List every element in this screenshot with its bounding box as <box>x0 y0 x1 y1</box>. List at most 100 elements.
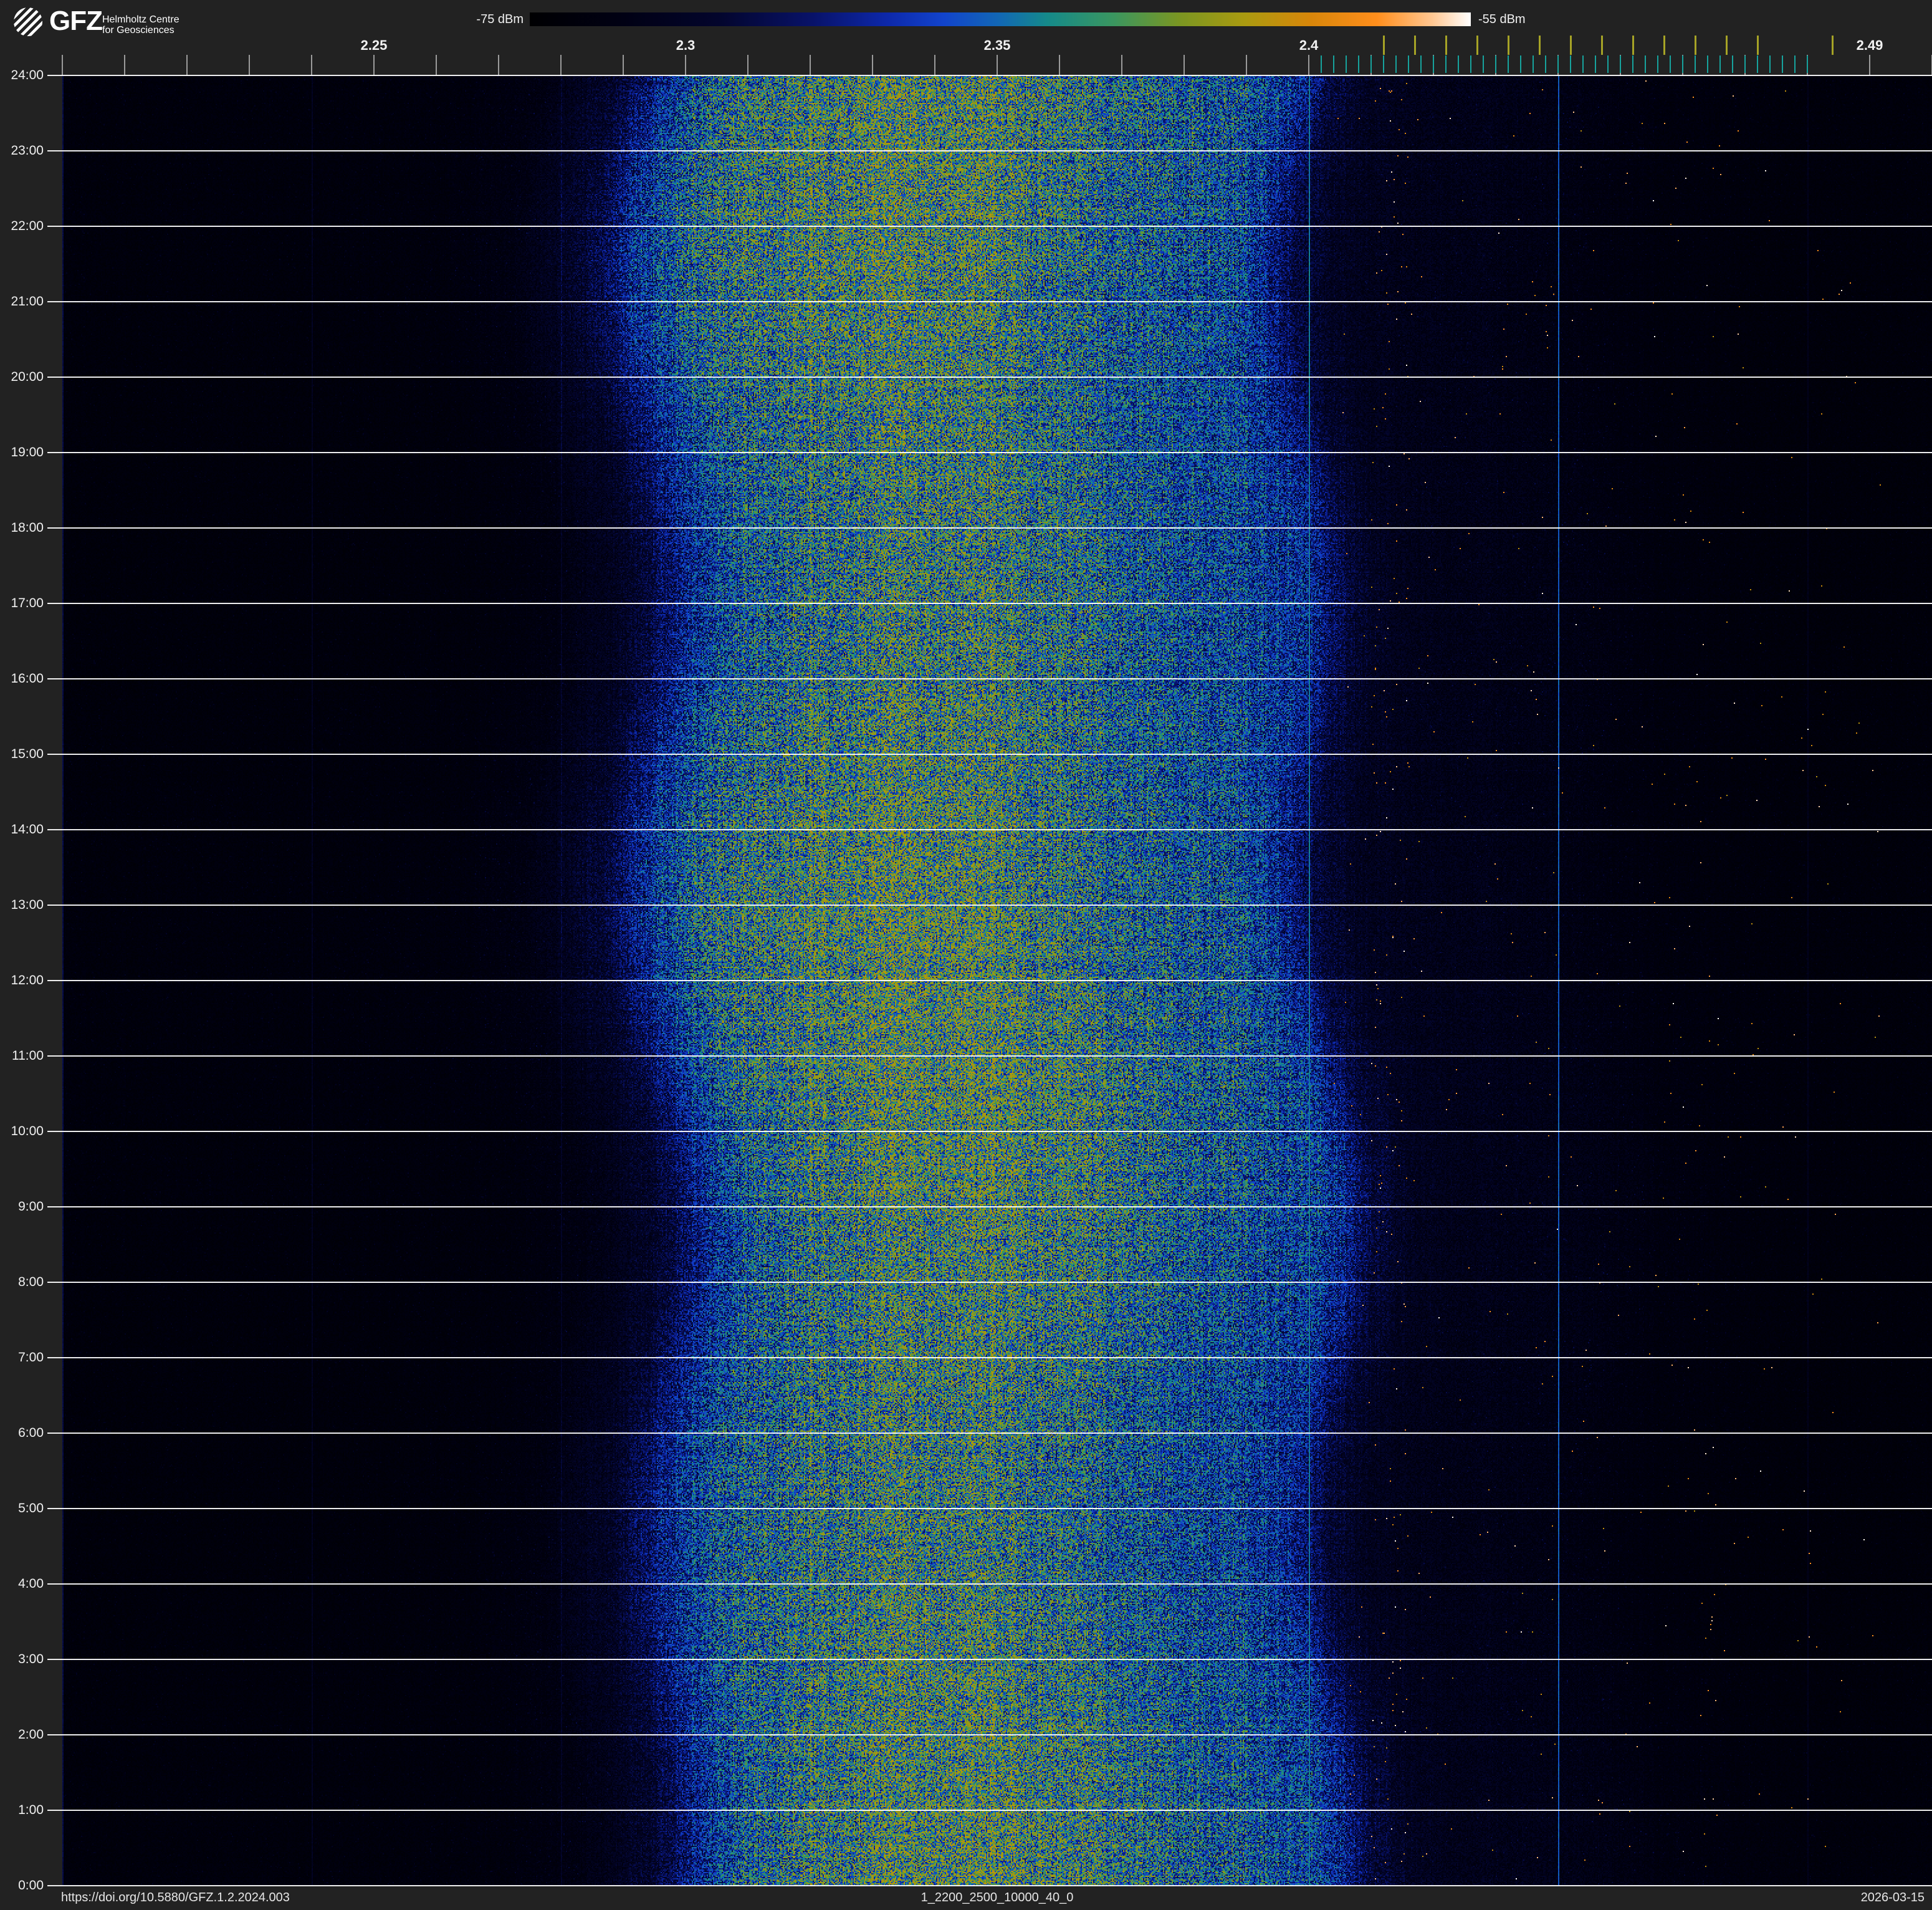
logo-org-name: Helmholtz Centre for Geosciences <box>102 14 179 36</box>
frequency-minor-tick <box>186 55 188 75</box>
bluetooth-channel-tick <box>1383 55 1384 73</box>
time-tick-label: 24:00 <box>0 68 44 83</box>
hour-gridline <box>47 678 1932 679</box>
time-tick-label: 7:00 <box>0 1350 44 1365</box>
hour-gridline <box>47 226 1932 227</box>
logo-org-line1: Helmholtz Centre <box>102 14 179 25</box>
colorbar-min-label: -75 dBm <box>430 12 524 26</box>
frequency-minor-tick <box>124 55 125 75</box>
time-tick-label: 1:00 <box>0 1803 44 1818</box>
wifi-channel-tick <box>1414 36 1416 55</box>
bluetooth-channel-tick <box>1670 55 1671 73</box>
time-tick-label: 20:00 <box>0 370 44 385</box>
wifi-channel-tick <box>1632 36 1634 55</box>
gfz-globe-icon <box>14 7 42 36</box>
bluetooth-channel-tick <box>1370 55 1372 73</box>
hour-gridline <box>47 1357 1932 1358</box>
bluetooth-channel-tick <box>1582 55 1584 73</box>
frequency-minor-tick <box>373 55 375 75</box>
bluetooth-channel-tick <box>1632 55 1633 73</box>
colorbar-max-label: -55 dBm <box>1478 12 1572 26</box>
frequency-tick-label: 2.3 <box>654 37 717 54</box>
bluetooth-channel-tick <box>1757 55 1758 73</box>
frequency-minor-tick <box>560 55 562 75</box>
hour-gridline <box>47 527 1932 529</box>
date-text: 2026-03-15 <box>1861 1887 1925 1910</box>
bluetooth-channel-tick <box>1433 55 1434 73</box>
bluetooth-channel-tick <box>1533 55 1534 73</box>
hour-gridline <box>47 603 1932 604</box>
wifi-channel-tick <box>1539 36 1541 55</box>
bluetooth-channel-tick <box>1495 55 1496 73</box>
colorbar-gradient <box>530 12 1471 26</box>
bluetooth-channel-tick <box>1321 55 1322 73</box>
bluetooth-channel-tick <box>1707 55 1708 73</box>
hour-gridline <box>47 377 1932 378</box>
hour-gridline <box>47 980 1932 981</box>
time-tick-label: 2:00 <box>0 1727 44 1742</box>
frequency-minor-tick <box>747 55 748 75</box>
bluetooth-channel-tick <box>1607 55 1609 73</box>
time-tick-label: 15:00 <box>0 747 44 762</box>
bluetooth-channel-tick <box>1557 55 1559 73</box>
time-tick-label: 11:00 <box>0 1049 44 1063</box>
time-tick-label: 3:00 <box>0 1652 44 1667</box>
frequency-minor-tick <box>685 55 686 75</box>
hour-gridline <box>47 1734 1932 1735</box>
bluetooth-channel-tick <box>1732 55 1733 73</box>
bluetooth-channel-tick <box>1595 55 1596 73</box>
frequency-minor-tick <box>1308 55 1309 75</box>
hour-gridline <box>47 905 1932 906</box>
spectrogram-page: GFZ Helmholtz Centre for Geosciences -75… <box>0 0 1932 1910</box>
time-tick-label: 22:00 <box>0 219 44 234</box>
time-tick-label: 19:00 <box>0 445 44 460</box>
time-tick-label: 23:00 <box>0 143 44 158</box>
frequency-minor-tick <box>934 55 935 75</box>
logo-brand-text: GFZ <box>49 6 102 37</box>
wifi-channel-tick <box>1695 36 1696 55</box>
bluetooth-channel-tick <box>1470 55 1471 73</box>
time-tick-label: 8:00 <box>0 1275 44 1290</box>
frequency-minor-tick <box>1059 55 1060 75</box>
hour-gridline <box>47 1206 1932 1207</box>
frequency-minor-tick <box>436 55 437 75</box>
bluetooth-channel-tick <box>1408 55 1409 73</box>
bluetooth-channel-tick <box>1458 55 1459 73</box>
time-tick-label: 0:00 <box>0 1878 44 1893</box>
time-tick-label: 6:00 <box>0 1426 44 1441</box>
bluetooth-channel-tick <box>1520 55 1521 73</box>
wifi-channel-tick <box>1726 36 1728 55</box>
hour-gridline <box>47 829 1932 830</box>
bluetooth-channel-tick <box>1782 55 1783 73</box>
time-tick-label: 13:00 <box>0 898 44 913</box>
wifi-channel-tick <box>1508 36 1509 55</box>
bluetooth-channel-tick <box>1695 55 1696 73</box>
time-tick-label: 12:00 <box>0 973 44 988</box>
time-tick-label: 14:00 <box>0 822 44 837</box>
hour-gridline <box>47 1583 1932 1585</box>
dataset-id-text: 1_2200_2500_10000_40_0 <box>62 1887 1932 1910</box>
frequency-minor-tick <box>1121 55 1122 75</box>
bluetooth-channel-tick <box>1769 55 1771 73</box>
time-tick-label: 9:00 <box>0 1199 44 1214</box>
hour-gridline <box>47 150 1932 151</box>
time-tick-label: 21:00 <box>0 294 44 309</box>
frequency-minor-tick <box>872 55 873 75</box>
time-tick-label: 4:00 <box>0 1576 44 1591</box>
time-tick-label: 17:00 <box>0 596 44 611</box>
hour-gridline <box>47 301 1932 302</box>
bluetooth-channel-tick <box>1645 55 1646 73</box>
bluetooth-channel-tick <box>1794 55 1796 73</box>
frequency-minor-tick <box>62 55 63 75</box>
bluetooth-channel-tick <box>1333 55 1334 73</box>
frequency-minor-tick <box>1869 55 1870 75</box>
hour-gridline <box>47 1885 1932 1886</box>
bluetooth-channel-tick <box>1445 55 1447 73</box>
frequency-minor-tick <box>311 55 312 75</box>
frequency-minor-tick <box>1246 55 1247 75</box>
hour-gridline <box>47 1055 1932 1057</box>
bluetooth-channel-tick <box>1545 55 1546 73</box>
wifi-channel-tick <box>1663 36 1665 55</box>
time-tick-label: 10:00 <box>0 1124 44 1139</box>
bluetooth-channel-tick <box>1719 55 1721 73</box>
